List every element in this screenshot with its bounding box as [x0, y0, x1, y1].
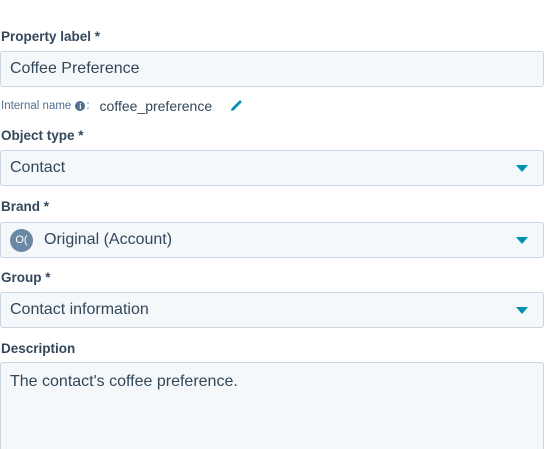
- internal-name-label: Internal name: [1, 100, 72, 112]
- group-value: Contact information: [10, 301, 149, 318]
- internal-name-value: coffee_preference: [99, 98, 213, 114]
- chevron-down-icon: [516, 237, 528, 244]
- info-icon[interactable]: i: [75, 101, 86, 111]
- property-form: Property label * Coffee Preference Inter…: [0, 0, 547, 449]
- object-type-value: Contact: [10, 159, 66, 176]
- internal-name-row: Internal name i : coffee_preference: [1, 98, 242, 114]
- property-label-label: Property label *: [1, 29, 101, 44]
- brand-value: Original (Account): [44, 231, 173, 248]
- edit-pencil-icon[interactable]: [230, 100, 242, 112]
- brand-select[interactable]: O( Original (Account): [0, 222, 544, 258]
- object-type-select[interactable]: Contact: [0, 150, 544, 186]
- property-label-value: Coffee Preference: [10, 60, 140, 77]
- internal-name-separator: :: [86, 100, 90, 112]
- group-label: Group *: [1, 270, 51, 285]
- brand-label: Brand *: [1, 199, 50, 214]
- description-textarea[interactable]: The contact's coffee preference.: [0, 362, 544, 449]
- object-type-label: Object type *: [1, 128, 84, 143]
- chevron-down-icon: [516, 165, 528, 172]
- group-select[interactable]: Contact information: [0, 292, 544, 328]
- property-label-input[interactable]: Coffee Preference: [0, 51, 544, 87]
- brand-logo-icon: O(: [10, 228, 33, 252]
- description-label: Description: [1, 341, 76, 356]
- chevron-down-icon: [516, 307, 528, 314]
